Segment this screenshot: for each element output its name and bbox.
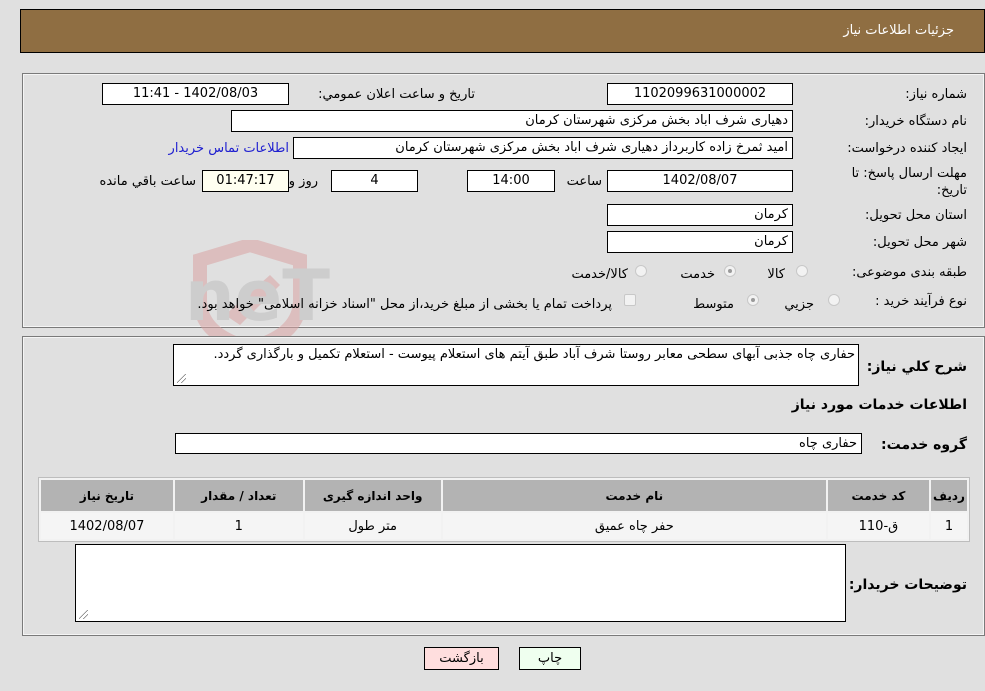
requester-label: ایجاد کننده درخواست: — [847, 141, 967, 156]
category-radio-service[interactable] — [724, 265, 736, 277]
deadline-time-label: ساعت — [566, 174, 602, 189]
category-option-service: خدمت — [680, 267, 715, 282]
buyer-notes-label: توضیحات خریدار: — [848, 577, 967, 593]
table-row: 1 ق-110 حفر چاه عمیق متر طول 1 1402/08/0… — [41, 513, 967, 539]
treasury-note: پرداخت تمام یا بخشی از مبلغ خرید،از محل … — [197, 297, 612, 312]
resize-handle-icon[interactable] — [79, 610, 88, 619]
buyer-org-field: دهیاری شرف اباد بخش مرکزی شهرستان کرمان — [231, 110, 793, 132]
deadline-label-line2: تاریخ: — [936, 183, 967, 198]
purchase-option-medium: متوسط — [693, 297, 734, 312]
buyer-org-label: نام دستگاه خریدار: — [864, 114, 967, 129]
cell-service-name: حفر چاه عمیق — [442, 513, 826, 539]
col-service-code: کد خدمت — [827, 480, 929, 511]
category-label: طبقه بندی موضوعی: — [851, 265, 967, 280]
need-number-field: 1102099631000002 — [607, 83, 793, 105]
purchase-radio-medium[interactable] — [747, 294, 759, 306]
city-field: کرمان — [607, 231, 793, 253]
resize-handle-icon[interactable] — [177, 374, 186, 383]
col-unit: واحد اندازه گیری — [304, 480, 441, 511]
page-title: جزئیات اطلاعات نیاز — [843, 23, 954, 38]
cell-quantity: 1 — [174, 513, 303, 539]
purchase-radio-minor[interactable] — [828, 294, 840, 306]
province-field: کرمان — [607, 204, 793, 226]
purchase-option-minor: جزيي — [784, 297, 814, 312]
back-button[interactable]: بازگشت — [424, 647, 499, 670]
service-group-field: حفاری چاه — [175, 433, 862, 454]
cell-need-date: 1402/08/07 — [41, 513, 173, 539]
category-radio-goods-service[interactable] — [635, 265, 647, 277]
cell-service-code: ق-110 — [827, 513, 929, 539]
col-service-name: نام خدمت — [442, 480, 826, 511]
need-number-label: شماره نیاز: — [905, 87, 967, 102]
services-table: ردیف کد خدمت نام خدمت واحد اندازه گیری ت… — [38, 477, 970, 542]
col-need-date: تاریخ نیاز — [41, 480, 173, 511]
description-text: حفاری چاه جذبی آبهای سطحی معابر روستا شر… — [213, 347, 855, 362]
category-option-goods: کالا — [767, 267, 785, 282]
service-group-label: گروه خدمت: — [881, 437, 967, 453]
buyer-notes-textarea[interactable] — [75, 544, 846, 622]
description-textarea[interactable]: حفاری چاه جذبی آبهای سطحی معابر روستا شر… — [173, 344, 859, 386]
services-section-title: اطلاعات خدمات مورد نیاز — [791, 397, 967, 413]
cell-row-number: 1 — [930, 513, 967, 539]
description-label: شرح کلي نياز: — [866, 359, 967, 375]
category-option-goods-service: کالا/خدمت — [571, 267, 628, 282]
col-row-number: ردیف — [930, 480, 967, 511]
deadline-time-field: 14:00 — [467, 170, 555, 192]
remaining-time-field: 01:47:17 — [202, 170, 289, 192]
category-radio-goods[interactable] — [796, 265, 808, 277]
deadline-label: مهلت ارسال پاسخ: تا — [851, 166, 967, 181]
province-label: استان محل تحویل: — [865, 208, 967, 223]
page-header: جزئیات اطلاعات نیاز — [20, 9, 985, 53]
deadline-date-field: 1402/08/07 — [607, 170, 793, 192]
buyer-contact-link[interactable]: اطلاعات تماس خریدار — [169, 141, 289, 157]
col-quantity: تعداد / مقدار — [174, 480, 303, 511]
city-label: شهر محل تحویل: — [872, 235, 967, 250]
announce-datetime-label: تاریخ و ساعت اعلان عمومي: — [318, 87, 475, 102]
remaining-time-label: ساعت باقي مانده — [99, 174, 196, 189]
cell-unit: متر طول — [304, 513, 441, 539]
announce-datetime-field: 1402/08/03 - 11:41 — [102, 83, 289, 105]
remaining-days-field: 4 — [331, 170, 418, 192]
treasury-checkbox[interactable] — [624, 294, 636, 306]
print-button[interactable]: چاپ — [519, 647, 581, 670]
days-label: روز و — [288, 174, 318, 189]
purchase-type-label: نوع فرآیند خرید : — [875, 294, 967, 309]
requester-field: امید ثمرخ زاده کاربرداز دهیاری شرف اباد … — [293, 137, 793, 159]
table-header-row: ردیف کد خدمت نام خدمت واحد اندازه گیری ت… — [41, 480, 967, 511]
